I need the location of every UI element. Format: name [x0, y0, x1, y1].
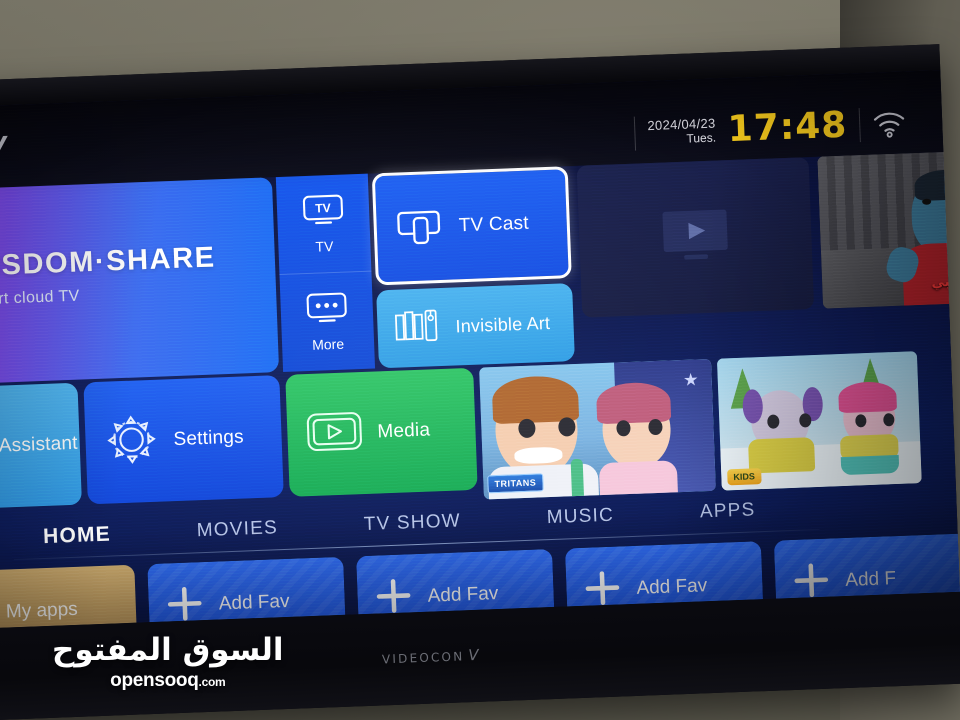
fav-add-3-label: Add Fav [636, 575, 708, 599]
brand-hero-banner[interactable]: WISDOM·SHARE Smart cloud TV [0, 177, 280, 385]
tab-tv-show[interactable]: TV SHOW [363, 510, 461, 536]
tile-media[interactable]: Media [285, 367, 478, 497]
status-clock: 17:48 [726, 104, 849, 151]
tile-tv-assistant[interactable]: TV Assistant [0, 382, 82, 511]
tile-invisible-art-label: Invisible Art [455, 312, 551, 336]
media-play-icon [305, 408, 365, 460]
tv-monitor-icon: TV [301, 193, 344, 232]
source-item-tv[interactable]: TV TV [276, 174, 372, 274]
tv-screen-panel: v 2024/04/23 Tues. 17:48 WISDOM·SHARE Sm… [0, 70, 960, 630]
tile-settings-label: Settings [173, 426, 245, 451]
art-frames-icon [393, 305, 445, 350]
fav-add-4-label: Add F [844, 568, 897, 592]
tab-apps[interactable]: APPS [700, 499, 756, 523]
status-date-block: 2024/04/23 Tues. [647, 115, 717, 147]
status-bar: 2024/04/23 Tues. 17:48 [634, 101, 907, 155]
kids-card-2-badge: KIDS [727, 468, 762, 486]
tile-tv-cast-label: TV Cast [458, 212, 530, 237]
television-set: v 2024/04/23 Tues. 17:48 WISDOM·SHARE Sm… [0, 44, 960, 720]
tab-home[interactable]: HOME [43, 523, 112, 550]
hero-subtitle: Smart cloud TV [0, 287, 81, 309]
hero-title: WISDOM·SHARE [0, 241, 217, 283]
source-column: TV TV More [275, 173, 376, 372]
source-item-more[interactable]: More [279, 270, 376, 372]
corner-logo: v [0, 127, 7, 158]
fav-add-2-label: Add Fav [427, 583, 499, 607]
source-item-more-label: More [311, 335, 345, 353]
movie-card[interactable]: م يا صحبي [817, 149, 960, 309]
tile-media-label: Media [377, 419, 431, 443]
fav-my-apps-label: My apps [5, 598, 79, 623]
tile-settings[interactable]: Settings [83, 375, 284, 505]
tile-tv-cast[interactable]: TV Cast [371, 166, 572, 286]
status-divider-left [634, 116, 637, 151]
wifi-icon[interactable] [872, 109, 907, 138]
tile-invisible-art[interactable]: Invisible Art [376, 283, 575, 369]
kids-card-1[interactable]: TRITANS [479, 358, 716, 500]
feature-tile-column: TV Cast Invisible Art [371, 166, 575, 373]
gear-icon [103, 410, 161, 473]
kids-card-1-badge: TRITANS [487, 473, 544, 494]
launcher-home-screen: WISDOM·SHARE Smart cloud TV TV TV More T… [0, 149, 960, 630]
video-placeholder-card[interactable] [576, 157, 815, 318]
fav-add-1-label: Add Fav [218, 590, 290, 615]
status-weekday: Tues. [686, 130, 717, 146]
top-tile-region: WISDOM·SHARE Smart cloud TV TV TV More T… [0, 149, 960, 390]
video-placeholder-icon [652, 201, 739, 273]
status-divider-right [858, 108, 861, 143]
kids-card-2[interactable]: KIDS [716, 351, 922, 491]
source-item-tv-label: TV [315, 237, 334, 255]
fav-my-apps[interactable]: My apps [0, 564, 138, 630]
tab-movies[interactable]: MOVIES [196, 517, 278, 542]
photo-scene: v 2024/04/23 Tues. 17:48 WISDOM·SHARE Sm… [0, 0, 960, 720]
tile-tv-assistant-label: TV Assistant [0, 432, 79, 458]
tv-brand-logo: VIDEOCON V [381, 645, 482, 667]
cast-screen-icon [392, 201, 448, 254]
svg-text:TV: TV [315, 200, 332, 215]
more-dots-monitor-icon [305, 291, 348, 330]
tab-music[interactable]: MUSIC [546, 505, 614, 530]
